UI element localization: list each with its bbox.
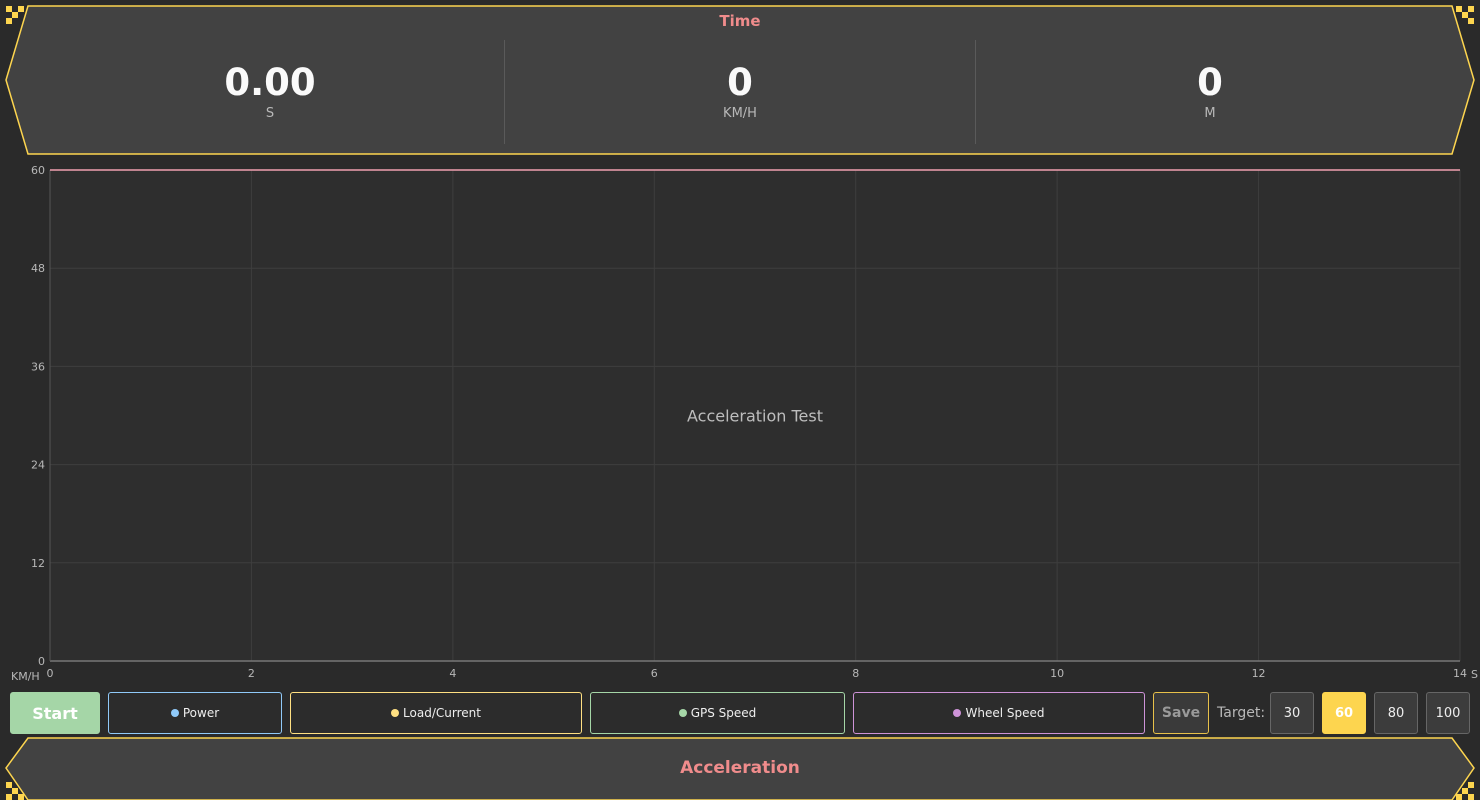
legend-label: Load/Current [403, 706, 481, 720]
x-axis-label: S [1471, 668, 1478, 681]
x-tick-label: 4 [449, 667, 456, 680]
chart-canvas: 0 2 4 6 8 10 12 1401224364860SKM/HAcceleration … [11, 164, 1478, 683]
stat-divider [975, 40, 976, 144]
y-tick-label: 0 [38, 655, 45, 668]
target-100-button[interactable]: 100 [1426, 692, 1470, 734]
target-60-button[interactable]: 60 [1322, 692, 1366, 734]
time-stat: 0.00 S [120, 61, 420, 122]
start-button[interactable]: Start [10, 692, 100, 734]
y-axis-label: KM/H [11, 670, 40, 683]
distance-stat: 0 M [1060, 61, 1360, 122]
target-30-button[interactable]: 30 [1270, 692, 1314, 734]
y-tick-label: 60 [31, 164, 45, 177]
y-tick-label: 36 [31, 360, 45, 373]
speed-value: 0 [727, 61, 753, 104]
checker-flag-icon [1456, 782, 1474, 800]
distance-unit: M [1204, 106, 1216, 121]
acceleration-chart: 0 2 4 6 8 10 12 14 0 12 24 36 48 60 S KM/H Acceleration … [0, 160, 1480, 688]
legend-load-toggle[interactable]: Load/Current [290, 692, 582, 734]
top-stats-panel: Time 0.00 S 0 KM/H 0 M [0, 0, 1480, 160]
x-tick-label: 14 [1453, 667, 1467, 680]
speed-stat: 0 KM/H [590, 61, 890, 122]
y-tick-label: 24 [31, 459, 45, 472]
legend-label: Power [182, 706, 220, 720]
legend-power-toggle[interactable]: Power [108, 692, 282, 734]
wheel-dot-icon [953, 709, 962, 717]
x-tick-label: 6 [651, 667, 658, 680]
distance-value: 0 [1197, 61, 1223, 104]
load-dot-icon [391, 709, 400, 717]
legend-label: Wheel Speed [965, 706, 1045, 720]
target-label: Target: [1217, 705, 1266, 721]
speed-unit: KM/H [723, 106, 757, 121]
mode-title[interactable]: Acceleration [0, 758, 1480, 778]
bottom-mode-panel: Acceleration [0, 734, 1480, 800]
x-tick-label: 8 [852, 667, 859, 680]
power-dot-icon [170, 709, 179, 717]
legend-label: GPS Speed [690, 706, 757, 720]
y-tick-label: 12 [31, 557, 45, 570]
stat-divider [504, 40, 505, 144]
checker-flag-icon [6, 782, 24, 800]
x-tick-label: 2 [248, 667, 255, 680]
legend-wheel-speed-toggle[interactable]: Wheel Speed [853, 692, 1145, 734]
y-tick-label: 48 [31, 262, 45, 275]
legend-gps-speed-toggle[interactable]: GPS Speed [590, 692, 845, 734]
control-bar: Start Power Load/Current GPS Speed Wheel… [0, 692, 1480, 736]
gps-dot-icon [678, 709, 687, 717]
panel-title: Time [719, 12, 761, 30]
time-value: 0.00 [224, 61, 316, 104]
x-tick-label: 10 [1050, 667, 1064, 680]
time-unit: S [265, 106, 275, 121]
save-button[interactable]: Save [1153, 692, 1209, 734]
x-tick-label: 0 [47, 667, 54, 680]
x-tick-label: 12 [1252, 667, 1266, 680]
chart-title: Acceleration Test [687, 407, 823, 426]
target-80-button[interactable]: 80 [1374, 692, 1418, 734]
